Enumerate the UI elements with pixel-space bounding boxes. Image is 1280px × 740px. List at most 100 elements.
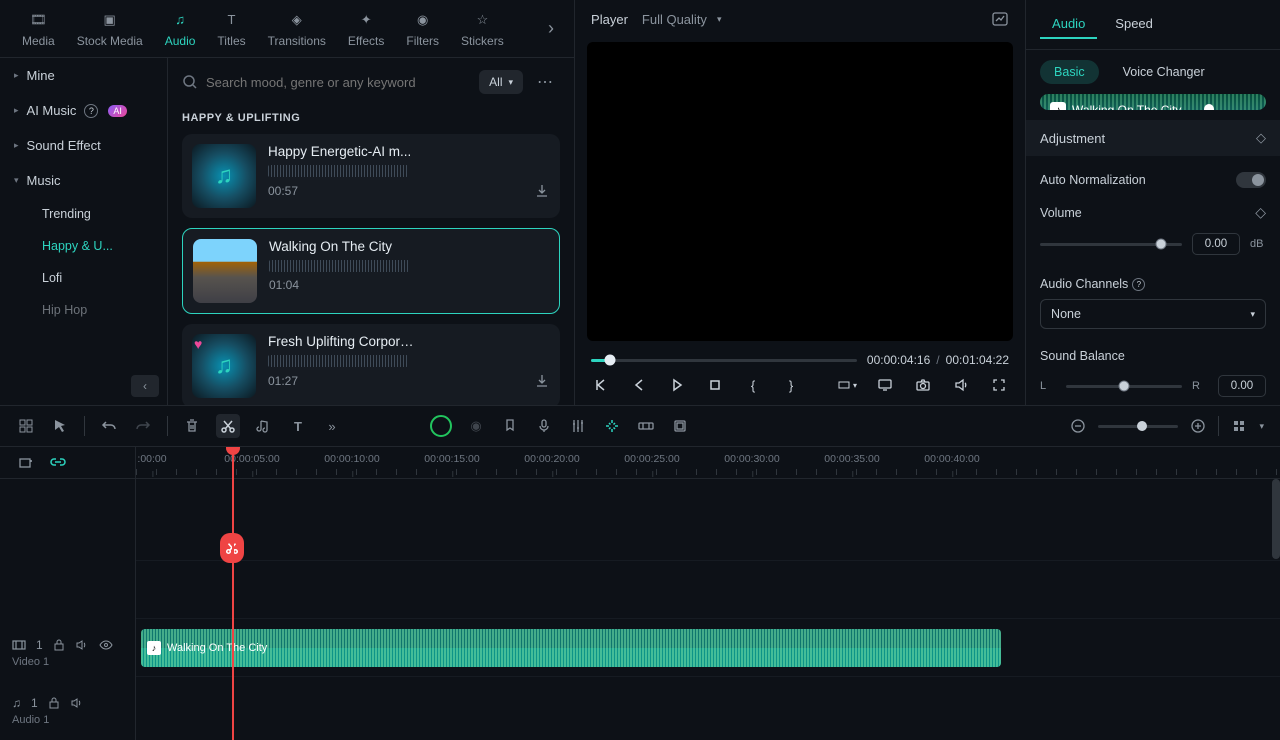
video-track-header[interactable]: 1 Video 1 — [0, 624, 135, 682]
stop-button[interactable] — [705, 375, 725, 395]
keyframe-diamond-icon[interactable]: ◇ — [1256, 130, 1266, 146]
sidebar-item-sound-effect[interactable]: Sound Effect — [0, 128, 167, 163]
sidebar-collapse-button[interactable]: ‹ — [131, 375, 159, 397]
tab-media[interactable]: 🎞Media — [12, 6, 65, 52]
more-tools-button[interactable]: » — [322, 416, 342, 436]
track-card[interactable]: ♥♫ Fresh Uplifting Corporate 01:27 — [182, 324, 560, 405]
audio-track-header[interactable]: ♫ 1 Audio 1 — [0, 682, 135, 740]
spacer-track[interactable] — [136, 479, 1280, 561]
video-track[interactable] — [136, 561, 1280, 619]
ratio-button[interactable]: ▾ — [837, 375, 857, 395]
download-button[interactable] — [534, 373, 550, 389]
video-viewport[interactable] — [587, 42, 1013, 341]
track-card[interactable]: ♫ Happy Energetic-AI m... 00:57 — [182, 134, 560, 218]
tab-titles[interactable]: TTitles — [207, 6, 255, 52]
sidebar-item-music[interactable]: Music — [0, 163, 167, 198]
tab-speed-inspector[interactable]: Speed — [1103, 10, 1165, 39]
help-icon[interactable]: ? — [1132, 278, 1145, 291]
volume-button[interactable] — [951, 375, 971, 395]
sidebar-item-happy[interactable]: Happy & U... — [32, 230, 167, 262]
tab-stickers-label: Stickers — [461, 34, 504, 48]
sidebar-item-hiphop[interactable]: Hip Hop — [32, 294, 167, 326]
record-indicator[interactable] — [430, 415, 452, 437]
tab-effects[interactable]: ✦Effects — [338, 6, 394, 52]
balance-l-label: L — [1040, 380, 1056, 392]
zoom-in-button[interactable] — [1188, 416, 1208, 436]
tab-filters[interactable]: ◉Filters — [396, 6, 449, 52]
auto-norm-label: Auto Normalization — [1040, 173, 1146, 187]
mute-icon[interactable] — [75, 638, 89, 652]
tab-transitions[interactable]: ◈Transitions — [258, 6, 336, 52]
display-button[interactable] — [875, 375, 895, 395]
subtab-voice-changer[interactable]: Voice Changer — [1109, 60, 1219, 84]
mic-tool[interactable] — [534, 416, 554, 436]
chevron-down-icon[interactable]: ▾ — [1259, 421, 1264, 432]
volume-keyframe-button[interactable]: ◇ — [1255, 204, 1266, 221]
prev-frame-button[interactable] — [591, 375, 611, 395]
undo-button[interactable] — [99, 416, 119, 436]
fullscreen-button[interactable] — [989, 375, 1009, 395]
tab-stickers[interactable]: ☆Stickers — [451, 6, 514, 52]
adjustment-header[interactable]: Adjustment◇ — [1026, 120, 1280, 156]
mark-out-button[interactable]: } — [781, 375, 801, 395]
sidebar-item-trending[interactable]: Trending — [32, 198, 167, 230]
marker-disabled-icon[interactable]: ◉ — [466, 416, 486, 436]
snap-tool[interactable] — [602, 416, 622, 436]
download-button[interactable] — [534, 183, 550, 199]
playhead[interactable] — [232, 447, 234, 740]
pointer-tool[interactable] — [50, 416, 70, 436]
balance-slider[interactable] — [1066, 385, 1182, 388]
track-card[interactable]: Walking On The City 01:04 — [182, 228, 560, 314]
view-mode-button[interactable] — [1229, 416, 1249, 436]
mixer-tool[interactable] — [568, 416, 588, 436]
audio-clip[interactable]: ♪ Walking On The City — [141, 629, 1001, 667]
auto-norm-toggle[interactable] — [1236, 172, 1266, 188]
lock-icon[interactable] — [53, 638, 65, 652]
snapshot-button[interactable] — [991, 10, 1009, 28]
cut-tool[interactable] — [216, 414, 240, 438]
clip-preview[interactable]: ♪Walking On The City — [1040, 94, 1266, 110]
subtab-basic[interactable]: Basic — [1040, 60, 1099, 84]
clip-preview-knob[interactable] — [1204, 104, 1214, 110]
text-tool[interactable]: T — [288, 416, 308, 436]
tab-audio[interactable]: ♫Audio — [155, 6, 206, 52]
marker-tool[interactable] — [500, 416, 520, 436]
balance-value[interactable]: 0.00 — [1218, 375, 1266, 397]
lock-icon[interactable] — [48, 696, 60, 710]
tick-label: 00:00:15:00 — [424, 453, 479, 465]
play-backward-button[interactable] — [629, 375, 649, 395]
tab-stock-media[interactable]: ▣Stock Media — [67, 6, 153, 52]
mute-icon[interactable] — [70, 696, 84, 710]
filter-dropdown[interactable]: All▾ — [479, 70, 523, 94]
zoom-out-button[interactable] — [1068, 416, 1088, 436]
help-icon[interactable]: ? — [84, 104, 98, 118]
add-track-button[interactable] — [16, 453, 36, 473]
tab-audio-inspector[interactable]: Audio — [1040, 10, 1097, 39]
sidebar-item-lofi[interactable]: Lofi — [32, 262, 167, 294]
link-tool[interactable] — [636, 416, 656, 436]
audio-track[interactable]: ♪ Walking On The City — [136, 619, 1280, 677]
link-toggle[interactable] — [48, 453, 68, 473]
channels-dropdown[interactable]: None▾ — [1040, 299, 1266, 329]
search-input[interactable] — [206, 75, 471, 90]
sidebar-item-ai-music[interactable]: AI Music ? AI — [0, 93, 167, 128]
delete-button[interactable] — [182, 416, 202, 436]
timeline-scrollbar[interactable] — [1272, 479, 1280, 559]
more-options-button[interactable]: ⋯ — [531, 68, 560, 96]
quality-dropdown[interactable]: Full Quality▾ — [642, 12, 722, 27]
beat-tool[interactable] — [254, 416, 274, 436]
sidebar-item-mine[interactable]: Mine — [0, 58, 167, 93]
tabs-next-button[interactable]: › — [540, 10, 562, 47]
camera-button[interactable] — [913, 375, 933, 395]
zoom-slider[interactable] — [1098, 425, 1178, 428]
redo-button[interactable] — [133, 416, 153, 436]
progress-bar[interactable] — [591, 359, 857, 362]
play-button[interactable] — [667, 375, 687, 395]
volume-slider[interactable] — [1040, 243, 1182, 246]
crop-tool[interactable] — [670, 416, 690, 436]
eye-icon[interactable] — [99, 640, 113, 650]
timeline-ruler[interactable]: :00:00 00:00:05:00 00:00:10:00 00:00:15:… — [136, 447, 1280, 479]
mark-in-button[interactable]: { — [743, 375, 763, 395]
grid-tool[interactable] — [16, 416, 36, 436]
volume-value[interactable]: 0.00 — [1192, 233, 1240, 255]
